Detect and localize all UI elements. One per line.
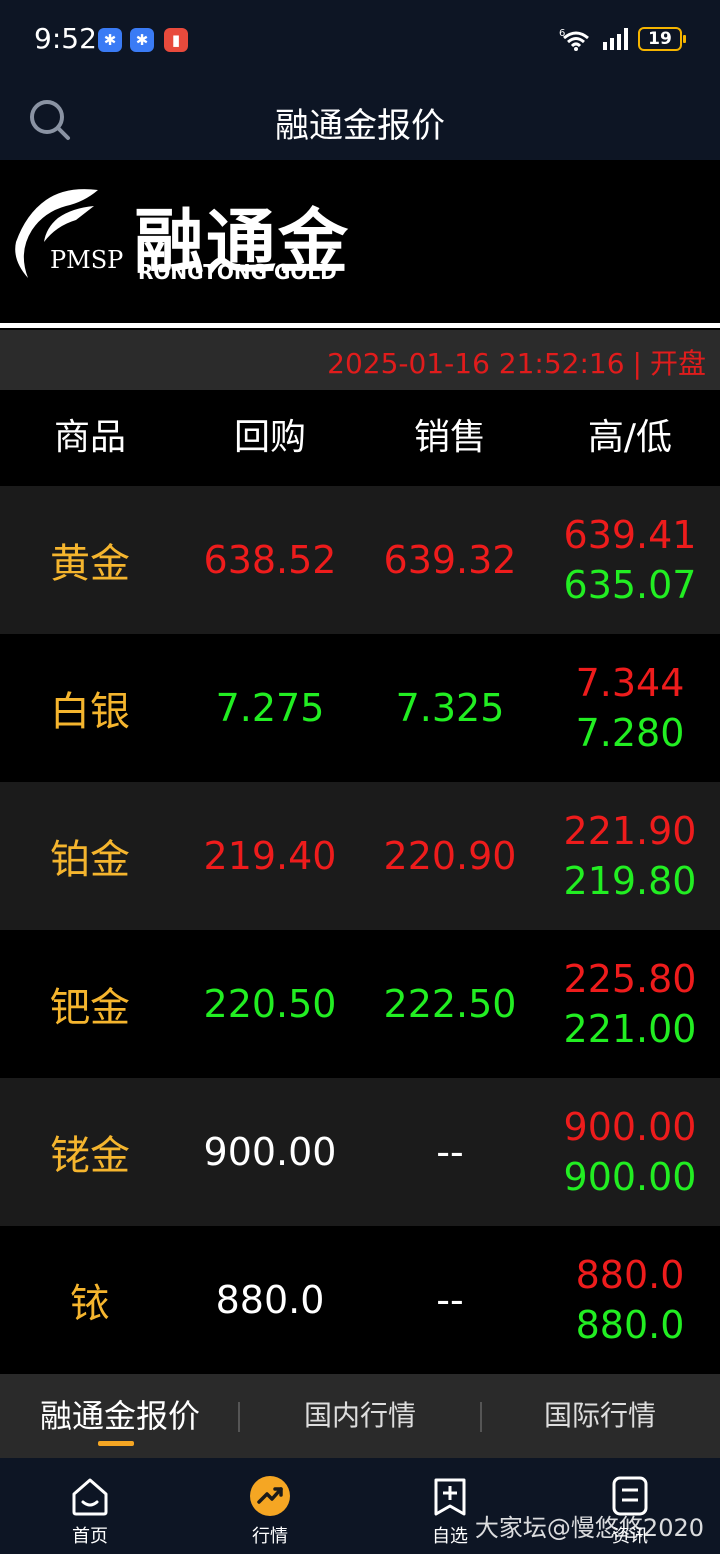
high-price: 900.00 [563,1105,697,1149]
product-name: 黄金 [50,541,130,587]
nav-market[interactable]: 行情 [180,1458,360,1554]
tab-divider [480,1402,482,1432]
puzzle-app-icon: ✱ [98,28,122,52]
status-indicators: 6 19 [559,26,686,52]
brand-banner: PMSP 融通金 RONGTONG GOLD [0,160,720,324]
product-name: 白银 [50,689,130,735]
quote-datetime: 2025-01-16 21:52:16 [327,347,625,380]
market-icon [250,1476,290,1516]
sell-price: 7.325 [395,686,505,730]
high-low: 221.90 219.80 [540,782,720,930]
buyback-price: 638.52 [203,538,337,582]
status-time: 9:52 [34,22,97,55]
notification-app-icon: ▮ [164,28,188,52]
high-low: 880.0 880.0 [540,1226,720,1374]
puzzle-app-icon: ✱ [130,28,154,52]
column-header-buyback: 回购 [233,417,306,458]
product-name: 铑金 [50,1133,130,1179]
product-name: 钯金 [50,985,130,1031]
quote-time-bar: 2025-01-16 21:52:16 | 开盘 [0,330,720,390]
buyback-price: 220.50 [203,982,337,1026]
brand-mark-text: PMSP [50,246,124,274]
sell-price: 222.50 [383,982,517,1026]
buyback-price: 219.40 [203,834,337,878]
quote-time: 2025-01-16 21:52:16 | 开盘 [327,342,706,382]
sell-price: -- [436,1278,464,1322]
table-row[interactable]: 铂金 219.40 220.90 221.90 219.80 [0,782,720,930]
high-price: 7.344 [575,661,685,705]
high-price: 880.0 [575,1253,685,1297]
signal-icon [603,28,628,50]
tab-divider [238,1402,240,1432]
battery-icon: 19 [638,27,686,51]
high-low: 7.344 7.280 [540,634,720,782]
watermark: 大家坛@慢悠悠2020 [474,1514,704,1542]
time-separator: | [632,347,642,380]
brand-name-en: RONGTONG GOLD [138,260,337,284]
buyback-price: 880.0 [215,1278,325,1322]
high-price: 639.41 [563,513,697,557]
tab-international-market[interactable]: 国际行情 [480,1374,720,1458]
sell-price: 220.90 [383,834,517,878]
low-price: 219.80 [563,859,697,903]
sell-price: 639.32 [383,538,517,582]
page-title: 融通金报价 [275,106,445,146]
table-row[interactable]: 铑金 900.00 -- 900.00 900.00 [0,1078,720,1226]
tab-rongtong-quote[interactable]: 融通金报价 [0,1374,240,1458]
nav-label: 首页 [72,1526,108,1547]
product-name: 铂金 [50,837,130,883]
nav-home[interactable]: 首页 [0,1458,180,1554]
app-header: 融通金报价 [0,80,720,160]
low-price: 7.280 [575,711,685,755]
table-row[interactable]: 钯金 220.50 222.50 225.80 221.00 [0,930,720,1078]
column-header-product: 商品 [53,417,126,458]
high-price: 225.80 [563,957,697,1001]
status-bar: 9:52 ✱ ✱ ▮ 6 19 [0,0,720,80]
buyback-price: 7.275 [215,686,325,730]
sell-price: -- [436,1130,464,1174]
nav-label: 行情 [252,1526,288,1547]
watchlist-add-icon [434,1478,466,1516]
low-price: 635.07 [563,563,697,607]
column-header-sell: 销售 [413,417,486,458]
high-price: 221.90 [563,809,697,853]
table-row[interactable]: 白银 7.275 7.325 7.344 7.280 [0,634,720,782]
tab-domestic-market[interactable]: 国内行情 [240,1374,480,1458]
quote-source-tabs: 融通金报价 国内行情 国际行情 [0,1374,720,1458]
buyback-price: 900.00 [203,1130,337,1174]
high-low: 225.80 221.00 [540,930,720,1078]
market-state: 开盘 [649,347,706,380]
table-row[interactable]: 黄金 638.52 639.32 639.41 635.07 [0,486,720,634]
banner-divider [0,323,720,328]
quote-table-header: 商品 回购 销售 高/低 [0,390,720,486]
wifi-icon: 6 [559,28,589,51]
home-icon [72,1478,108,1516]
nav-label: 自选 [432,1526,468,1547]
column-header-high-low: 高/低 [587,417,673,458]
low-price: 221.00 [563,1007,697,1051]
product-name: 铱 [70,1281,110,1327]
high-low: 639.41 635.07 [540,486,720,634]
quote-table: 黄金 638.52 639.32 639.41 635.07 白银 7.275 … [0,486,720,1374]
low-price: 880.0 [575,1303,685,1347]
high-low: 900.00 900.00 [540,1078,720,1226]
low-price: 900.00 [563,1155,697,1199]
table-row[interactable]: 铱 880.0 -- 880.0 880.0 [0,1226,720,1374]
